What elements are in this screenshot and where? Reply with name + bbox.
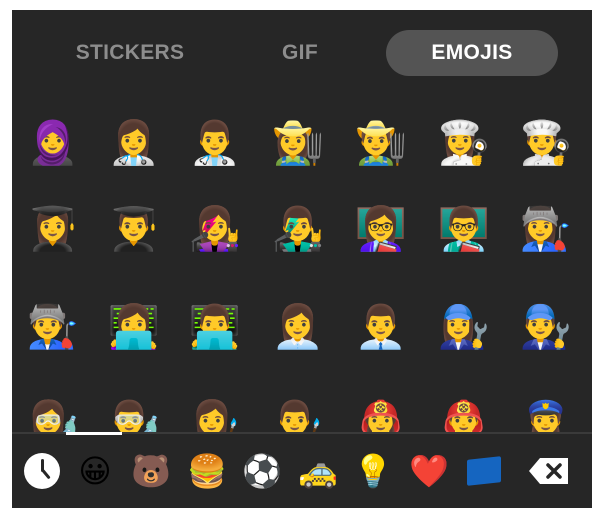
category-flags-button[interactable]: [462, 449, 506, 493]
emoji-cell[interactable]: 👨‍🌾: [344, 106, 418, 180]
emoji-cell[interactable]: 👩‍🔬: [16, 386, 90, 433]
emoji-cell[interactable]: 👨‍⚕️: [178, 106, 252, 180]
tab-stickers[interactable]: STICKERS: [54, 30, 206, 76]
backspace-button[interactable]: [527, 449, 571, 493]
emoji-cell[interactable]: 👨‍🔬: [97, 386, 171, 433]
smiley-icon: 😀: [78, 452, 112, 490]
emoji-cell[interactable]: 👩‍🎓: [16, 192, 90, 266]
category-objects-button[interactable]: 💡: [351, 449, 395, 493]
hamburger-icon: 🍔: [187, 452, 227, 490]
tab-bar: STICKERS GIF EMOJIS: [12, 10, 592, 98]
light-bulb-icon: 💡: [353, 452, 393, 490]
emoji-cell[interactable]: 👩‍🔧: [427, 290, 501, 364]
emoji-cell[interactable]: 👩‍🌾: [261, 106, 335, 180]
emoji-cell[interactable]: 👨‍🎓: [97, 192, 171, 266]
taxi-icon: 🚕: [298, 452, 338, 490]
emoji-cell[interactable]: 👩‍🏭: [509, 192, 583, 266]
category-travel-button[interactable]: 🚕: [296, 449, 340, 493]
emoji-cell[interactable]: 👩‍🚒: [344, 386, 418, 433]
emoji-cell[interactable]: 👮‍♀️: [509, 386, 583, 433]
category-animals-button[interactable]: 🐻: [129, 449, 173, 493]
emoji-keyboard-panel: STICKERS GIF EMOJIS 🧕 👩‍⚕️ 👨‍⚕️ 👩‍🌾 👨‍🌾 👩‍🍳 👨‍…: [12, 10, 592, 508]
emoji-cell[interactable]: 👩‍💻: [97, 290, 171, 364]
emoji-cell[interactable]: 👩‍💼: [261, 290, 335, 364]
emoji-grid: 🧕 👩‍⚕️ 👨‍⚕️ 👩‍🌾 👨‍🌾 👩‍🍳 👨‍🍳 👩‍🎓 👨‍🎓 👩‍🎤 👨‍🎤 👩‍🏫 👨‍🏫 👩…: [12, 98, 592, 433]
emoji-cell[interactable]: 👨‍🍳: [509, 106, 583, 180]
emoji-cell[interactable]: 👨‍🎨: [261, 386, 335, 433]
emoji-cell[interactable]: 👨‍🎤: [261, 192, 335, 266]
emoji-cell[interactable]: 👨‍🔧: [509, 290, 583, 364]
emoji-cell[interactable]: 👨‍🏭: [16, 290, 90, 364]
heart-icon: ❤️: [409, 452, 449, 490]
bear-icon: 🐻: [131, 452, 171, 490]
emoji-cell[interactable]: 👩‍🎨: [178, 386, 252, 433]
emoji-cell[interactable]: 👨‍🚒: [427, 386, 501, 433]
category-food-button[interactable]: 🍔: [185, 449, 229, 493]
emoji-cell[interactable]: 👩‍🎤: [178, 192, 252, 266]
category-smileys-button[interactable]: 😀: [73, 449, 117, 493]
category-symbols-button[interactable]: ❤️: [407, 449, 451, 493]
category-bar: 😀 🐻 🍔 ⚽ 🚕 💡 ❤️: [12, 435, 592, 508]
emoji-cell[interactable]: 👩‍⚕️: [97, 106, 171, 180]
emoji-cell[interactable]: 👨‍💼: [344, 290, 418, 364]
flag-icon: [467, 456, 501, 486]
emoji-cell[interactable]: 👨‍🏫: [427, 192, 501, 266]
backspace-icon: [528, 456, 570, 486]
category-recent-button[interactable]: [20, 449, 64, 493]
tab-gif[interactable]: GIF: [260, 30, 340, 76]
emoji-cell[interactable]: 👩‍🍳: [427, 106, 501, 180]
emoji-cell[interactable]: 🧕: [16, 106, 90, 180]
emoji-cell[interactable]: 👩‍🏫: [344, 192, 418, 266]
category-activities-button[interactable]: ⚽: [240, 449, 284, 493]
emoji-cell[interactable]: 👨‍💻: [178, 290, 252, 364]
soccer-ball-icon: ⚽: [242, 452, 282, 490]
clock-icon: [24, 453, 60, 489]
tab-emojis[interactable]: EMOJIS: [386, 30, 558, 76]
